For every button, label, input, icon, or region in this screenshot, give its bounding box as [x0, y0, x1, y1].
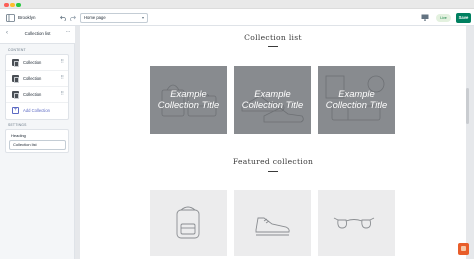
featured-heading-divider	[268, 171, 278, 172]
editor-topbar: Brooklyn Home page ▾ Live Save	[0, 9, 474, 26]
settings-section-label: SETTINGS	[8, 123, 27, 127]
backpack-icon	[176, 206, 200, 239]
collection-block-label: Collection	[23, 92, 42, 97]
collection-tile[interactable]: Example Collection Title	[318, 66, 395, 134]
app-badge-icon[interactable]	[458, 243, 469, 255]
close-window-button[interactable]	[4, 2, 9, 7]
collection-thumbnail	[12, 75, 19, 83]
collection-block-item[interactable]: Collection ⠿	[6, 55, 68, 71]
collection-thumbnail	[12, 59, 19, 67]
settings-card: Heading Collection list	[5, 129, 69, 153]
collection-thumbnail	[12, 91, 19, 99]
heading-field-label: Heading	[11, 133, 26, 138]
collection-block-label: Collection	[23, 76, 42, 81]
window-titlebar	[0, 0, 474, 9]
plus-icon: +	[12, 107, 19, 114]
drag-handle-icon[interactable]: ⠿	[60, 59, 64, 66]
collection-block-item[interactable]: Collection ⠿	[6, 71, 68, 87]
collection-tile[interactable]: Example Collection Title	[150, 66, 227, 134]
save-button[interactable]: Save	[456, 12, 471, 23]
add-collection-label: Add Collection	[23, 108, 51, 113]
content-section-label: CONTENT	[8, 48, 26, 52]
exit-editor-icon[interactable]	[5, 12, 15, 23]
heading-input[interactable]: Collection list	[9, 140, 66, 150]
minimize-window-button[interactable]	[10, 2, 15, 7]
product-tile[interactable]	[234, 190, 311, 256]
featured-collection-heading: Featured collection	[232, 157, 314, 166]
store-name: Brooklyn	[18, 15, 36, 20]
collection-title: Example Collection Title	[157, 88, 220, 110]
live-status-badge: Live	[436, 13, 451, 22]
chevron-down-icon: ▾	[141, 14, 144, 20]
redo-icon[interactable]	[68, 12, 76, 23]
add-collection-button[interactable]: + Add Collection	[6, 103, 68, 119]
drag-handle-icon[interactable]: ⠿	[60, 75, 64, 82]
collection-blocks-card: Collection ⠿ Collection ⠿ Collection ⠿ +…	[5, 54, 69, 120]
section-settings-sidebar: ‹ Collection list ··· CONTENT Collection…	[0, 26, 75, 259]
heading-divider	[268, 46, 278, 47]
product-tile[interactable]	[318, 190, 395, 256]
collection-list-heading: Collection list	[244, 33, 302, 42]
page-selector[interactable]: Home page ▾	[80, 12, 148, 23]
sneaker-icon	[255, 217, 290, 236]
desktop-preview-icon[interactable]	[420, 12, 429, 23]
product-tile[interactable]	[150, 190, 227, 256]
collection-block-item[interactable]: Collection ⠿	[6, 87, 68, 103]
sunglasses-icon	[333, 217, 375, 229]
collection-title: Example Collection Title	[241, 88, 304, 110]
more-options-icon[interactable]: ···	[66, 29, 71, 35]
heading-input-value: Collection list	[13, 142, 37, 147]
zoom-window-button[interactable]	[16, 2, 21, 7]
page-selector-value: Home page	[84, 14, 106, 20]
sidebar-title: Collection list	[24, 31, 51, 36]
undo-icon[interactable]	[59, 12, 67, 23]
collection-block-label: Collection	[23, 60, 42, 65]
collection-tile[interactable]: Example Collection Title	[234, 66, 311, 134]
drag-handle-icon[interactable]: ⠿	[60, 91, 64, 98]
preview-scrollbar[interactable]	[466, 88, 469, 124]
collection-title: Example Collection Title	[325, 88, 388, 110]
sidebar-header: ‹ Collection list ···	[0, 26, 75, 44]
